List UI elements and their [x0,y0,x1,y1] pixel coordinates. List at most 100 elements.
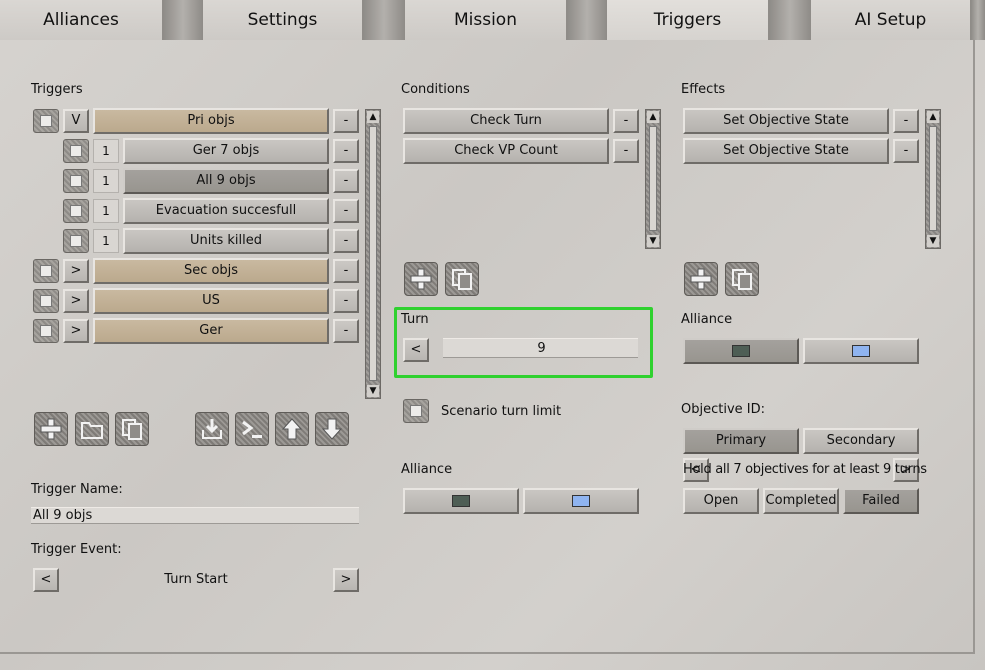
remove-trigger-button[interactable]: - [333,139,359,163]
trigger-item-pri-objs[interactable]: Pri objs [93,108,329,134]
trigger-checkbox[interactable] [63,199,89,223]
remove-trigger-button[interactable]: - [333,289,359,313]
scenario-turn-limit-label: Scenario turn limit [441,404,562,419]
remove-trigger-button[interactable]: - [333,229,359,253]
expand-toggle[interactable]: > [63,259,89,283]
effects-scrollbar[interactable]: ▲ ▼ [925,109,941,249]
triggers-header: Triggers [31,82,83,97]
move-down-icon[interactable] [315,412,349,446]
trigger-checkbox[interactable] [63,169,89,193]
trigger-item-ger-7-objs[interactable]: Ger 7 objs [123,138,329,164]
copy-icon[interactable] [115,412,149,446]
objective-id-label: Objective ID: [681,402,765,417]
trigger-item-evacuation[interactable]: Evacuation succesfull [123,198,329,224]
effect-alliance-2-button[interactable] [803,338,919,364]
scroll-down-icon[interactable]: ▼ [367,385,379,397]
alliance-swatch [452,495,470,507]
trigger-count: 1 [93,169,119,193]
folder-icon[interactable] [75,412,109,446]
scroll-up-icon[interactable]: ▲ [367,111,379,123]
remove-trigger-button[interactable]: - [333,109,359,133]
state-failed-button[interactable]: Failed [843,488,919,514]
trigger-checkbox[interactable] [33,259,59,283]
trigger-checkbox[interactable] [33,319,59,343]
trigger-item-sec-objs[interactable]: Sec objs [93,258,329,284]
trigger-checkbox[interactable] [63,229,89,253]
turn-label: Turn [401,312,429,327]
add-icon[interactable] [684,262,718,296]
effects-header: Effects [681,82,726,97]
alliance-swatch [732,345,750,357]
expand-toggle[interactable]: > [63,289,89,313]
event-prev-button[interactable]: < [33,568,59,592]
scroll-thumb[interactable] [929,126,937,231]
remove-condition-button[interactable]: - [613,139,639,163]
objective-description: Hold all 7 objectives for at least 9 tur… [683,462,927,477]
effect-alliance-1-button[interactable] [683,338,799,364]
remove-trigger-button[interactable]: - [333,259,359,283]
remove-condition-button[interactable]: - [613,109,639,133]
state-open-button[interactable]: Open [683,488,759,514]
remove-effect-button[interactable]: - [893,109,919,133]
scroll-thumb[interactable] [369,126,377,381]
add-icon[interactable] [404,262,438,296]
trigger-checkbox[interactable] [63,139,89,163]
tab-separator [567,0,607,40]
remove-trigger-button[interactable]: - [333,169,359,193]
scroll-down-icon[interactable]: ▼ [647,235,659,247]
trigger-checkbox[interactable] [33,109,59,133]
condition-alliance-2-button[interactable] [523,488,639,514]
tab-ai-setup[interactable]: AI Setup [811,0,971,40]
trigger-item-units-killed[interactable]: Units killed [123,228,329,254]
state-completed-button[interactable]: Completed [763,488,839,514]
trigger-count: 1 [93,139,119,163]
event-next-button[interactable]: > [333,568,359,592]
effect-alliance-label: Alliance [681,312,733,327]
effect-item-set-objective-state[interactable]: Set Objective State [683,108,889,134]
condition-alliance-1-button[interactable] [403,488,519,514]
turn-prev-button[interactable]: < [403,338,429,362]
import-icon[interactable] [195,412,229,446]
copy-icon[interactable] [445,262,479,296]
tab-separator [769,0,811,40]
primary-button[interactable]: Primary [683,428,799,454]
trigger-name-label: Trigger Name: [31,482,123,497]
tab-alliances[interactable]: Alliances [0,0,163,40]
scroll-down-icon[interactable]: ▼ [927,235,939,247]
scroll-up-icon[interactable]: ▲ [647,111,659,123]
turn-value-input[interactable]: 9 [443,338,638,358]
trigger-event-value: Turn Start [164,572,228,587]
trigger-event-label: Trigger Event: [31,542,122,557]
condition-item-check-turn[interactable]: Check Turn [403,108,609,134]
remove-effect-button[interactable]: - [893,139,919,163]
conditions-header: Conditions [401,82,470,97]
scenario-turn-limit-checkbox[interactable] [403,399,429,423]
tab-mission[interactable]: Mission [405,0,567,40]
console-icon[interactable] [235,412,269,446]
trigger-count: 1 [93,229,119,253]
expand-toggle[interactable]: V [63,109,89,133]
condition-item-check-vp-count[interactable]: Check VP Count [403,138,609,164]
secondary-button[interactable]: Secondary [803,428,919,454]
conditions-scrollbar[interactable]: ▲ ▼ [645,109,661,249]
scroll-up-icon[interactable]: ▲ [927,111,939,123]
trigger-count: 1 [93,199,119,223]
trigger-name-input[interactable]: All 9 objs [31,507,359,524]
trigger-item-all-9-objs[interactable]: All 9 objs [123,168,329,194]
remove-trigger-button[interactable]: - [333,199,359,223]
alliance-swatch [572,495,590,507]
tab-bar: Alliances Settings Mission Triggers AI S… [0,0,985,40]
move-up-icon[interactable] [275,412,309,446]
copy-icon[interactable] [725,262,759,296]
expand-toggle[interactable]: > [63,319,89,343]
triggers-scrollbar[interactable]: ▲ ▼ [365,109,381,399]
tab-settings[interactable]: Settings [203,0,363,40]
effect-item-set-objective-state[interactable]: Set Objective State [683,138,889,164]
remove-trigger-button[interactable]: - [333,319,359,343]
trigger-checkbox[interactable] [33,289,59,313]
trigger-item-us[interactable]: US [93,288,329,314]
scroll-thumb[interactable] [649,126,657,231]
add-icon[interactable] [34,412,68,446]
tab-triggers[interactable]: Triggers [607,0,769,40]
trigger-item-ger[interactable]: Ger [93,318,329,344]
